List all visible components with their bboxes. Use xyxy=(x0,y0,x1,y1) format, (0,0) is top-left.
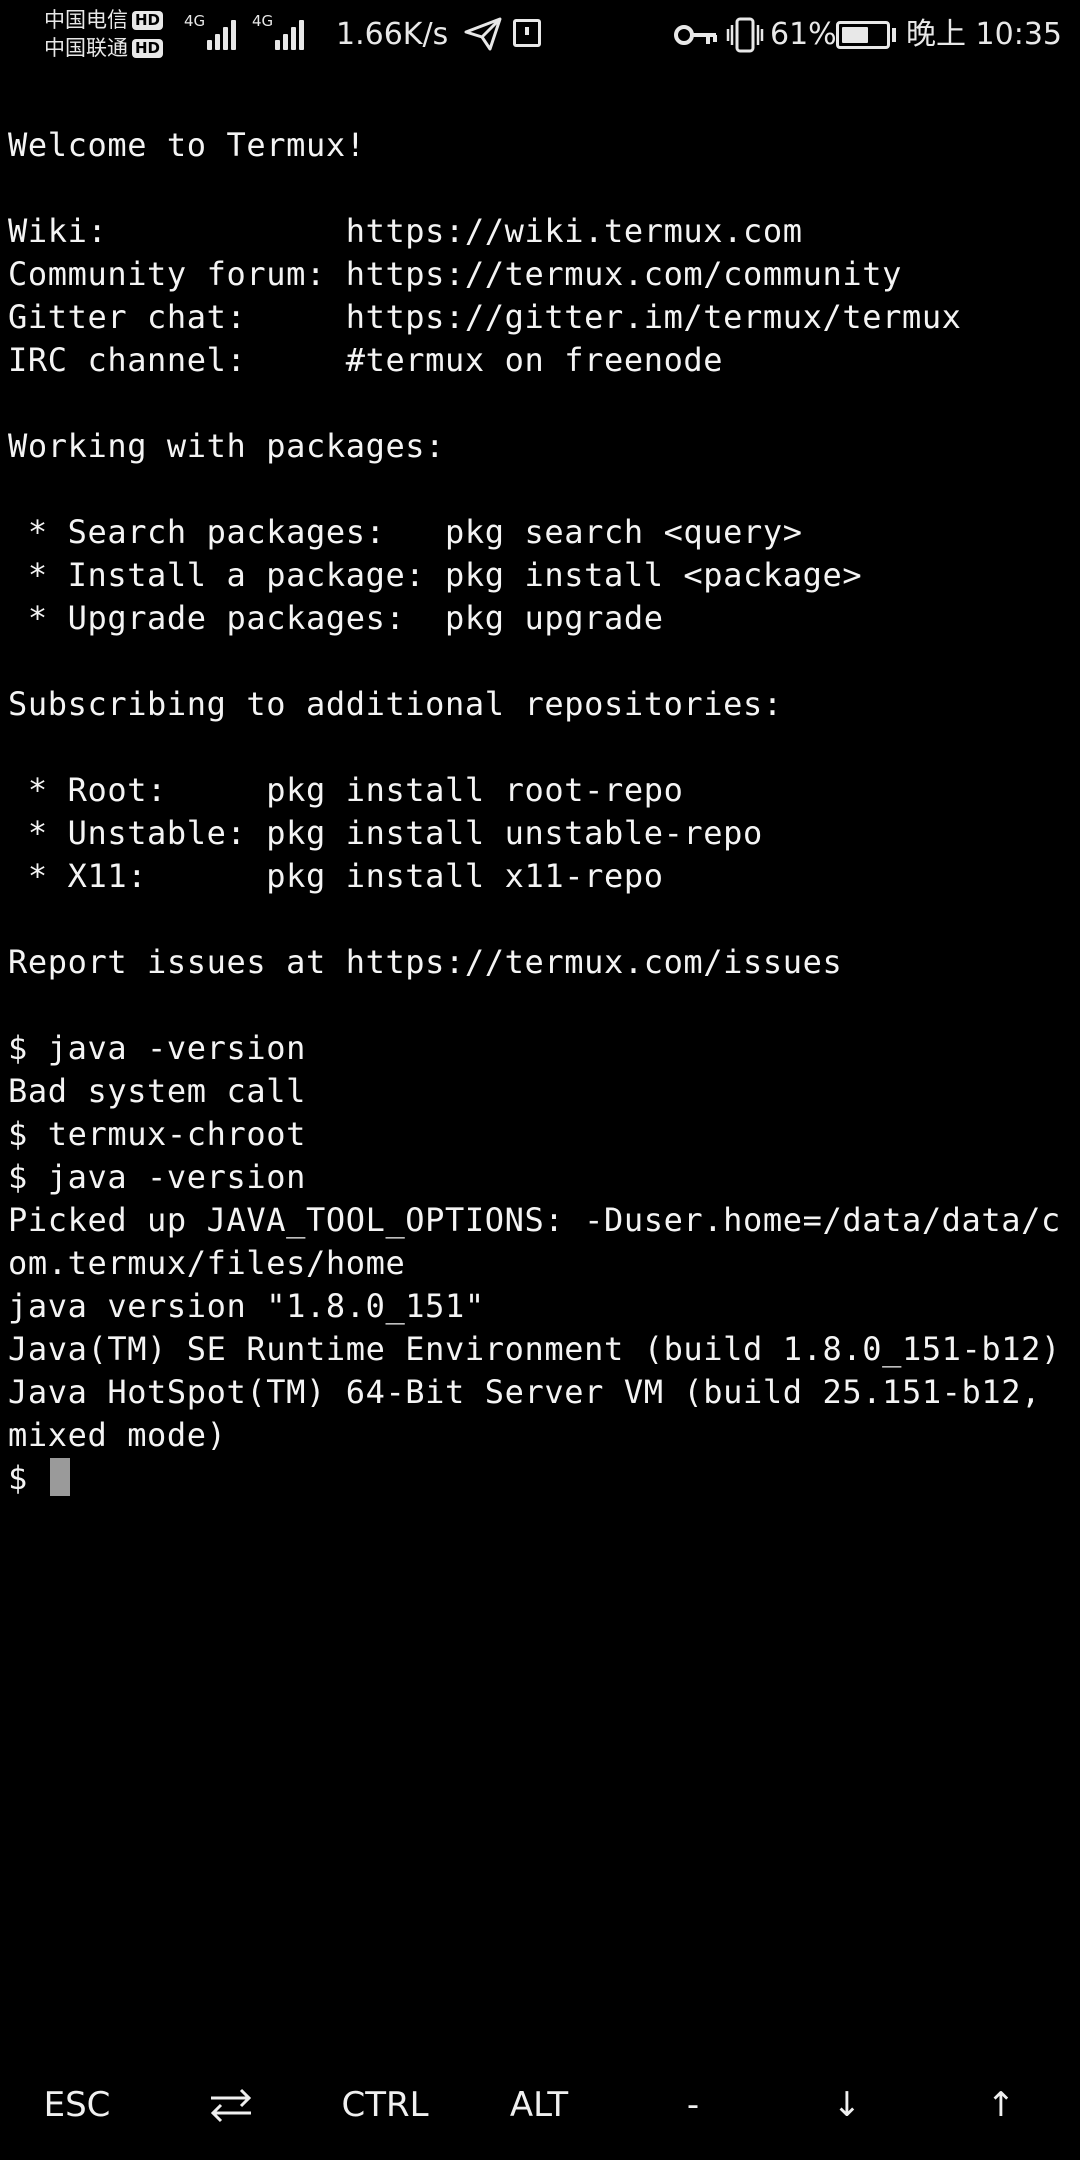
terminal-line: mixed mode) xyxy=(8,1416,227,1454)
battery-level-fill xyxy=(842,27,868,43)
key-label: CTRL xyxy=(341,2085,429,2125)
prompt-line[interactable]: $ xyxy=(8,1457,1076,1500)
battery-percent: 61% xyxy=(770,17,837,52)
terminal-line: Java(TM) SE Runtime Environment (build 1… xyxy=(8,1330,1061,1368)
signal-bar xyxy=(291,27,297,50)
terminal-line: om.termux/files/home xyxy=(8,1244,406,1282)
terminal-line: Community forum: https://termux.com/comm… xyxy=(8,255,902,293)
terminal-line: * Upgrade packages: pkg upgrade xyxy=(8,599,664,637)
signal-bar xyxy=(207,40,213,50)
terminal-line: Java HotSpot(TM) 64-Bit Server VM (build… xyxy=(8,1373,1042,1411)
terminal-line: Working with packages: xyxy=(8,427,446,465)
terminal-line: * Root: pkg install root-repo xyxy=(8,771,684,809)
hd-badge: HD xyxy=(132,38,164,58)
signal-bar xyxy=(283,34,289,50)
signal-bar xyxy=(299,20,305,50)
status-bar: 中国电信 HD 中国联通 HD 4G 4G 1.66K/s 61% 晚上 10:… xyxy=(0,0,1080,70)
carrier-name: 中国电信 xyxy=(44,8,128,32)
network-type-label: 4G xyxy=(252,12,274,30)
carrier-row-2: 中国联通 HD xyxy=(44,34,164,62)
terminal-line: * Unstable: pkg install unstable-repo xyxy=(8,814,763,852)
text-cursor xyxy=(49,1458,70,1496)
esc-key[interactable]: ESC xyxy=(0,2060,154,2150)
terminal-line: $ termux-chroot xyxy=(8,1115,306,1153)
signal-strength-1: 4G xyxy=(184,14,239,50)
key-label: ESC xyxy=(43,2085,111,2125)
hd-badge: HD xyxy=(132,10,164,30)
extra-keys-row: ESC CTRL ALT - ↓ ↑ xyxy=(0,2060,1080,2150)
terminal-output[interactable]: Welcome to Termux! Wiki: https://wiki.ter… xyxy=(8,124,1076,1500)
tab-key[interactable] xyxy=(154,2060,308,2150)
signal-bar xyxy=(231,20,237,50)
carrier-info: 中国电信 HD 中国联通 HD xyxy=(44,6,164,62)
send-icon xyxy=(464,17,502,51)
terminal-line: * Install a package: pkg install <packag… xyxy=(8,556,863,594)
signal-bar xyxy=(215,34,221,50)
signal-bar xyxy=(223,27,229,50)
key-label: ALT xyxy=(509,2085,569,2125)
vibrate-icon xyxy=(726,17,764,53)
signal-strength-2: 4G xyxy=(252,14,307,50)
terminal-line: IRC channel: #termux on freenode xyxy=(8,341,724,379)
key-label: ↓ xyxy=(832,2085,862,2125)
notification-icon xyxy=(513,19,541,47)
ctrl-key[interactable]: CTRL xyxy=(308,2060,462,2150)
terminal-line: $ java -version xyxy=(8,1158,306,1196)
carrier-row-1: 中国电信 HD xyxy=(44,6,164,34)
tab-arrows-icon xyxy=(210,2088,252,2123)
key-icon xyxy=(674,25,717,45)
carrier-name: 中国联通 xyxy=(44,36,128,60)
terminal-line: Gitter chat: https://gitter.im/termux/te… xyxy=(8,298,962,336)
clock: 晚上 10:35 xyxy=(906,17,1062,52)
network-speed: 1.66K/s xyxy=(336,17,449,52)
minus-key[interactable]: - xyxy=(616,2060,770,2150)
prompt-symbol: $ xyxy=(8,1459,48,1497)
terminal-line: * Search packages: pkg search <query> xyxy=(8,513,803,551)
key-label: ↑ xyxy=(986,2085,1016,2125)
arrow-down-key[interactable]: ↓ xyxy=(770,2060,924,2150)
terminal-line: Welcome to Termux! xyxy=(8,126,366,164)
battery-tip xyxy=(892,28,896,42)
network-type-label: 4G xyxy=(184,12,206,30)
battery-charging-icon xyxy=(836,21,890,49)
terminal-line: Wiki: https://wiki.termux.com xyxy=(8,212,803,250)
terminal-line: Subscribing to additional repositories: xyxy=(8,685,783,723)
terminal-line: Bad system call xyxy=(8,1072,306,1110)
terminal-line: Report issues at https://termux.com/issu… xyxy=(8,943,843,981)
key-label: - xyxy=(686,2085,700,2125)
alt-key[interactable]: ALT xyxy=(462,2060,616,2150)
terminal-line: Picked up JAVA_TOOL_OPTIONS: -Duser.home… xyxy=(8,1201,1061,1239)
terminal-line: $ java -version xyxy=(8,1029,306,1067)
terminal-line: java version "1.8.0_151" xyxy=(8,1287,485,1325)
arrow-up-key[interactable]: ↑ xyxy=(924,2060,1078,2150)
signal-bar xyxy=(275,40,281,50)
terminal-line: * X11: pkg install x11-repo xyxy=(8,857,664,895)
